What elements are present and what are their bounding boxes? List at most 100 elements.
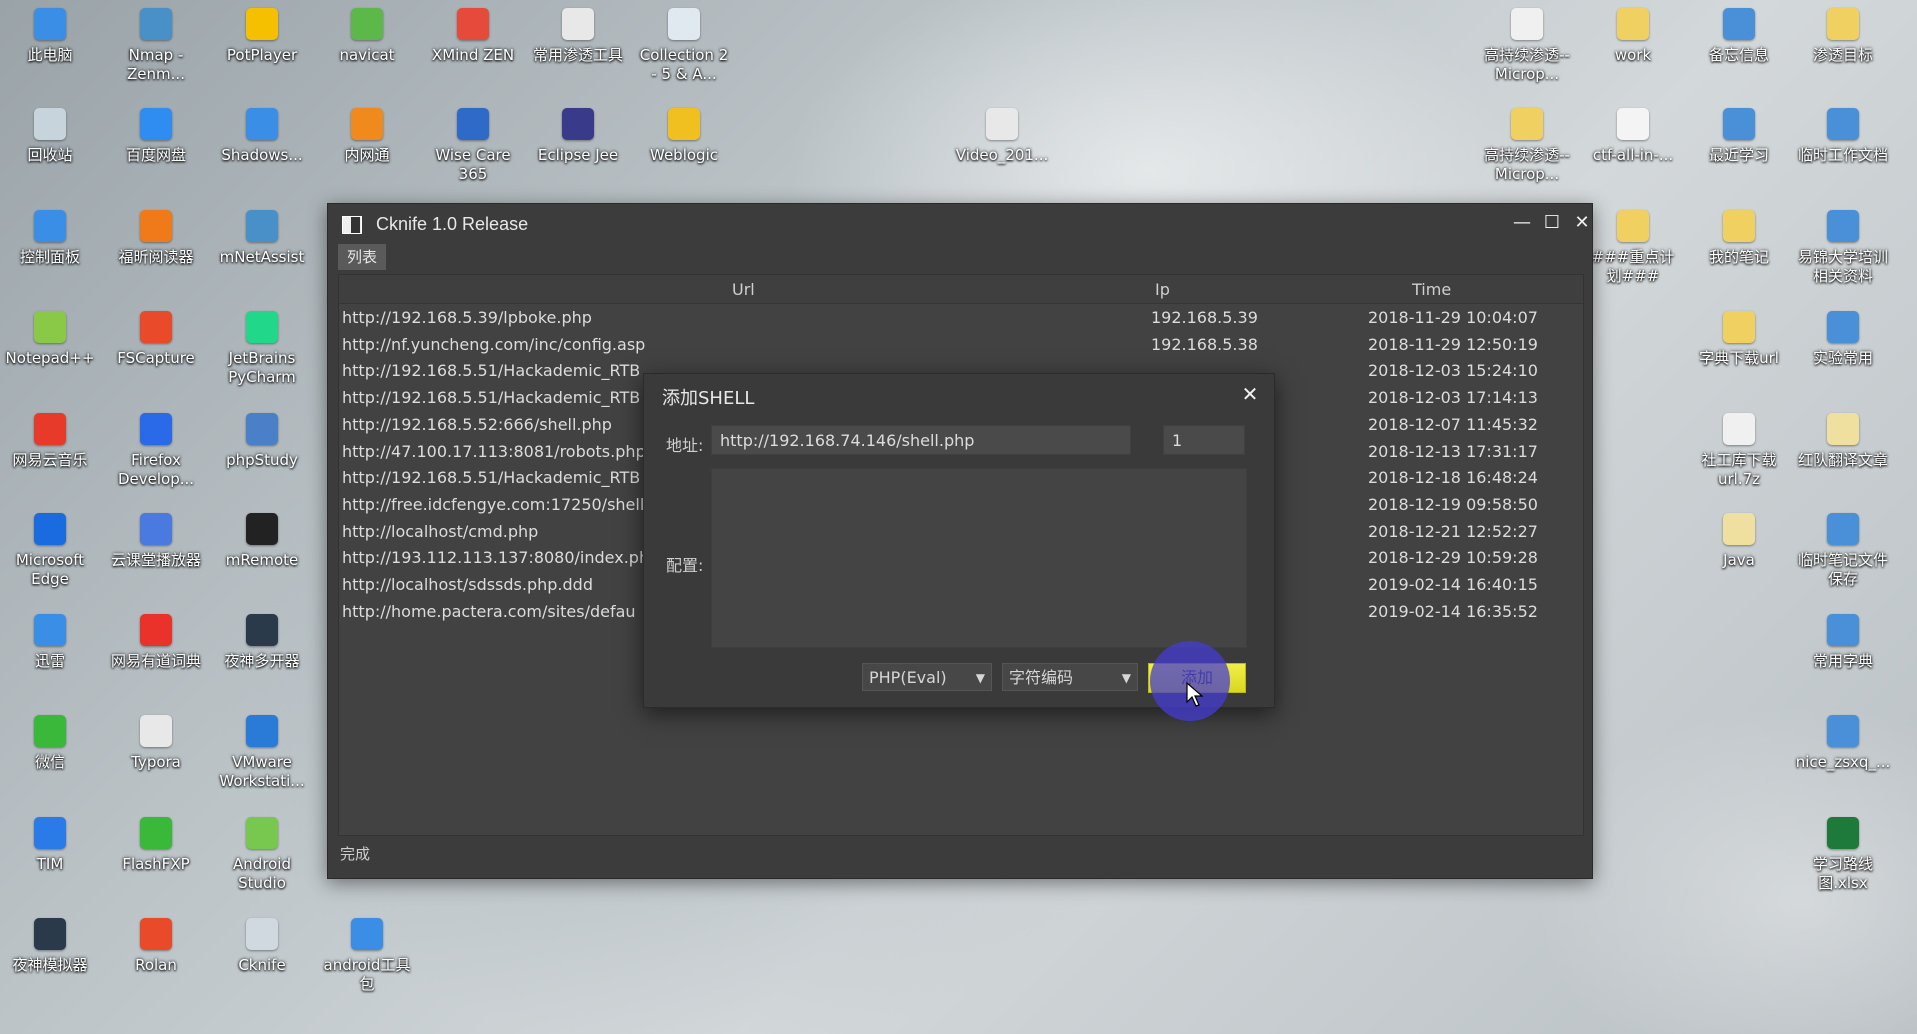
desktop-icon[interactable]: 控制面板 <box>2 210 98 267</box>
desktop-icon[interactable]: 百度网盘 <box>108 108 204 165</box>
desktop-icon[interactable]: TIM <box>2 817 98 874</box>
desktop-icon[interactable]: ctf-all-in-... <box>1585 108 1681 165</box>
password-input[interactable]: 1 <box>1163 425 1245 455</box>
rolan-icon <box>140 918 172 950</box>
column-header-ip[interactable]: Ip <box>1155 280 1170 299</box>
script-type-select[interactable]: PHP(Eval) ▼ <box>862 663 992 691</box>
desktop-icon-label: 临时工作文档 <box>1797 146 1888 164</box>
desktop-icon[interactable]: 备忘信息 <box>1691 8 1787 65</box>
maximize-button[interactable]: ☐ <box>1540 212 1564 234</box>
desktop-icon[interactable]: 实验常用 <box>1795 311 1891 368</box>
desktop-icon[interactable]: Shadows... <box>214 108 310 165</box>
desktop-icon[interactable]: work <box>1585 8 1681 65</box>
desktop-icon[interactable]: Java <box>1691 513 1787 570</box>
folder-blue-icon <box>1723 8 1755 40</box>
desktop-icon[interactable]: 网易有道词典 <box>108 614 204 671</box>
status-text: 完成 <box>340 845 371 863</box>
desktop-icon[interactable]: 夜神模拟器 <box>2 918 98 975</box>
desktop-icon-label: ###重点计划### <box>1591 248 1675 285</box>
folder-icon <box>1827 8 1859 40</box>
desktop-icon[interactable]: mNetAssist <box>214 210 310 267</box>
desktop-icon[interactable]: Wise Care 365 <box>425 108 521 184</box>
table-row[interactable]: http://192.168.5.39/lpboke.php 192.168.5.… <box>339 304 1583 331</box>
desktop-icon[interactable]: 红队翻译文章 <box>1795 413 1891 470</box>
desktop-icon[interactable]: 字典下载url <box>1691 311 1787 368</box>
desktop-icon[interactable]: 福昕阅读器 <box>108 210 204 267</box>
folder-blue-icon <box>1827 614 1859 646</box>
desktop-icon-label: PotPlayer <box>226 46 298 64</box>
desktop-icon[interactable]: 临时笔记文件保存 <box>1795 513 1891 589</box>
desktop-icon-label: Java <box>1723 551 1755 569</box>
tab-list[interactable]: 列表 <box>338 244 386 270</box>
desktop-icon[interactable]: Microsoft Edge <box>2 513 98 589</box>
desktop-icon-label: Notepad++ <box>5 349 95 367</box>
minimize-button[interactable]: — <box>1510 212 1534 234</box>
wechat-icon <box>34 715 66 747</box>
desktop-icon[interactable]: navicat <box>319 8 415 65</box>
desktop-icon[interactable]: 易锦大学培训相关资料 <box>1795 210 1891 286</box>
column-header-time[interactable]: Time <box>1412 280 1451 299</box>
desktop-icon[interactable]: VMware Workstati... <box>214 715 310 791</box>
desktop-icon[interactable]: 临时工作文档 <box>1795 108 1891 165</box>
dialog-close-button[interactable]: ✕ <box>1238 382 1262 406</box>
desktop-icon[interactable]: Notepad++ <box>2 311 98 368</box>
desktop-icon[interactable]: 渗透目标 <box>1795 8 1891 65</box>
desktop-icon[interactable]: 云课堂播放器 <box>108 513 204 570</box>
config-textarea[interactable] <box>711 468 1247 648</box>
desktop-icon[interactable]: nice_zsxq_... <box>1795 715 1891 772</box>
desktop-icon[interactable]: 最近学习 <box>1691 108 1787 165</box>
desktop-icon-label: 微信 <box>34 753 65 771</box>
desktop-icon[interactable]: Typora <box>108 715 204 772</box>
address-input[interactable]: http://192.168.74.146/shell.php <box>711 425 1131 455</box>
desktop-icon[interactable]: JetBrains PyCharm <box>214 311 310 387</box>
desktop-icon[interactable]: Eclipse Jee <box>530 108 626 165</box>
desktop-icon[interactable]: FSCapture <box>108 311 204 368</box>
cell-url: http://192.168.5.39/lpboke.php <box>342 308 592 327</box>
desktop-icon-label: XMind ZEN <box>431 46 515 64</box>
flashfxp-icon <box>140 817 172 849</box>
column-header-url[interactable]: Url <box>732 280 755 299</box>
desktop-icon[interactable]: mRemote <box>214 513 310 570</box>
desktop-icon[interactable]: 此电脑 <box>2 8 98 65</box>
folder-icon <box>1827 413 1859 445</box>
desktop-icon[interactable]: Firefox Develop... <box>108 413 204 489</box>
desktop-icon-label: FlashFXP <box>122 855 190 873</box>
desktop-icon[interactable]: 回收站 <box>2 108 98 165</box>
desktop-icon[interactable]: 常用字典 <box>1795 614 1891 671</box>
encoding-select[interactable]: 字符编码 ▼ <box>1002 663 1138 691</box>
desktop-icon[interactable]: FlashFXP <box>108 817 204 874</box>
close-button[interactable]: ✕ <box>1570 212 1594 234</box>
desktop-icon[interactable]: Nmap - Zenm... <box>108 8 204 84</box>
title-bar[interactable]: Cknife 1.0 Release — ☐ ✕ <box>328 204 1592 242</box>
desktop-icon[interactable]: 微信 <box>2 715 98 772</box>
desktop-icon[interactable]: 夜神多开器 <box>214 614 310 671</box>
folder-icon <box>1511 108 1543 140</box>
desktop-icon[interactable]: Android Studio <box>214 817 310 893</box>
desktop-icon[interactable]: Video_201... <box>954 108 1050 165</box>
desktop-icon[interactable]: phpStudy <box>214 413 310 470</box>
youdao-icon <box>140 614 172 646</box>
desktop-icon[interactable]: PotPlayer <box>214 8 310 65</box>
desktop-icon[interactable]: 网易云音乐 <box>2 413 98 470</box>
desktop-icon[interactable]: Weblogic <box>636 108 732 165</box>
folder-icon <box>1617 8 1649 40</box>
desktop-icon[interactable]: XMind ZEN <box>425 8 521 65</box>
desktop-icon[interactable]: 高持续渗透--Microp... <box>1479 108 1575 184</box>
desktop-icon[interactable]: android工具包 <box>319 918 415 994</box>
desktop-icon[interactable]: 内网通 <box>319 108 415 165</box>
mremote-icon <box>246 513 278 545</box>
desktop-icon[interactable]: 迅雷 <box>2 614 98 671</box>
desktop-icon[interactable]: 我的笔记 <box>1691 210 1787 267</box>
table-row[interactable]: http://nf.yuncheng.com/inc/config.asp 192… <box>339 331 1583 358</box>
desktop-icon-label: 夜神多开器 <box>224 652 300 670</box>
desktop-icon-label: TIM <box>36 855 64 873</box>
desktop-icon[interactable]: Cknife <box>214 918 310 975</box>
desktop-icon[interactable]: 常用渗透工具 <box>530 8 626 65</box>
desktop-icon[interactable]: 学习路线图.xlsx <box>1795 817 1891 893</box>
desktop-icon[interactable]: ###重点计划### <box>1585 210 1681 286</box>
desktop-icon[interactable]: 高持续渗透--Microp... <box>1479 8 1575 84</box>
desktop-icon[interactable]: 社工库下载url.7z <box>1691 413 1787 489</box>
folder-blue-icon <box>1827 513 1859 545</box>
desktop-icon[interactable]: Collection 2 - 5 & A... <box>636 8 732 84</box>
desktop-icon[interactable]: Rolan <box>108 918 204 975</box>
